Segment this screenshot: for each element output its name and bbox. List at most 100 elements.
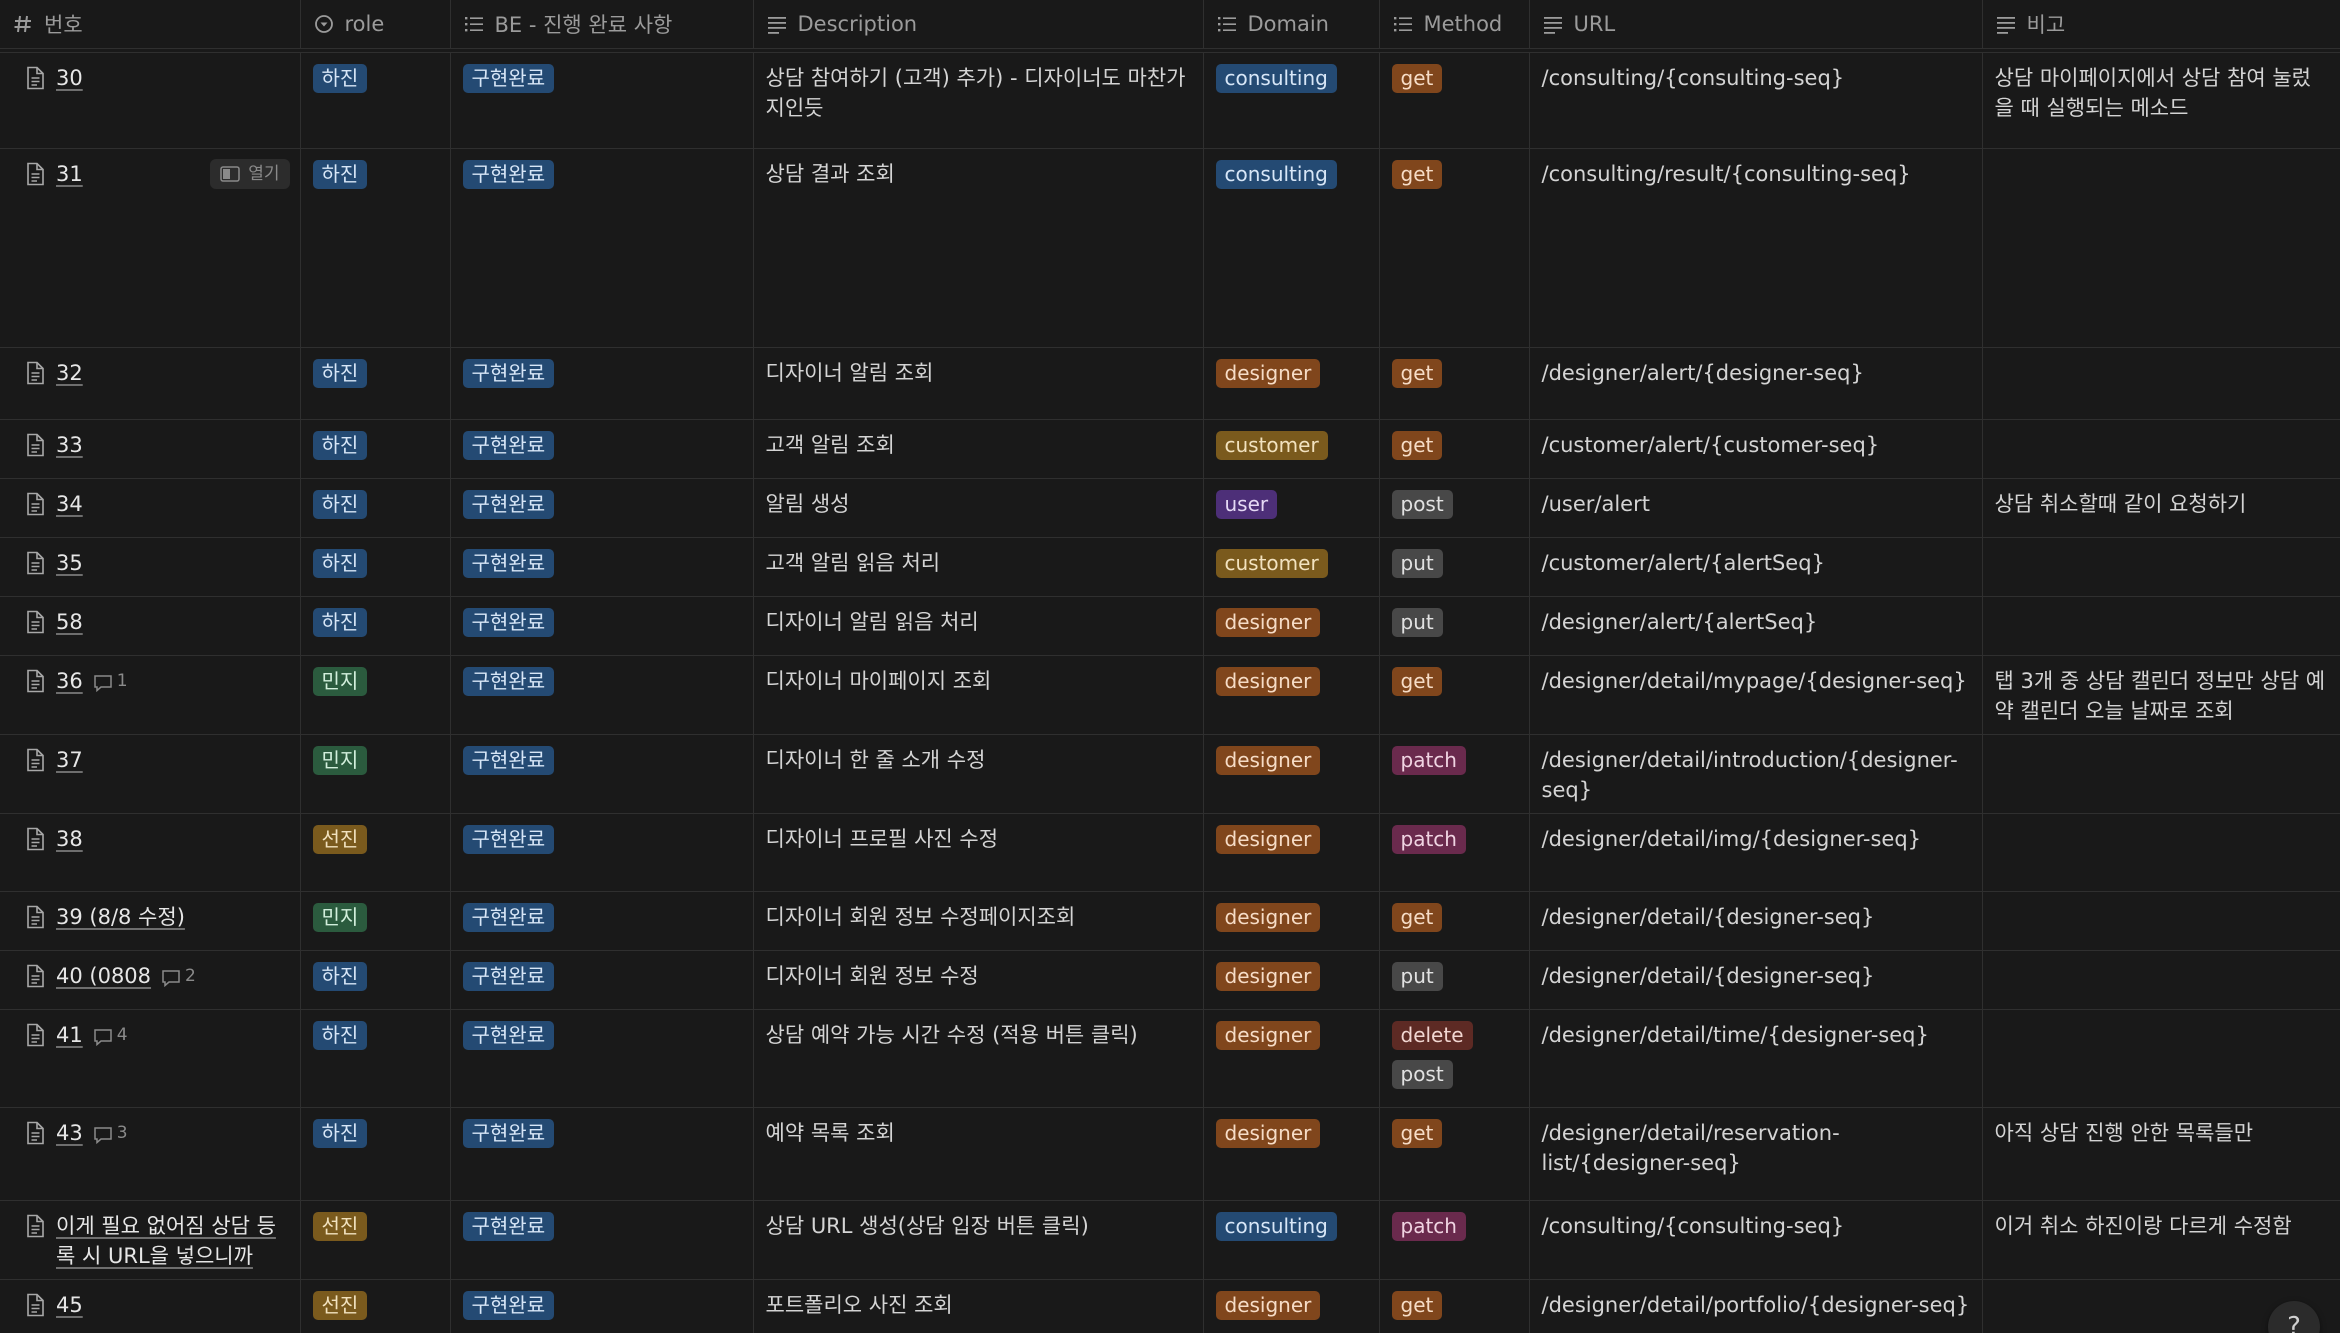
cell-note[interactable]	[1982, 596, 2340, 656]
cell-role[interactable]: 선진	[300, 813, 451, 892]
cell-note[interactable]: 상담 마이페이지에서 상담 참여 눌렀을 때 실행되는 메소드	[1982, 52, 2340, 149]
column-header[interactable]: URL	[1529, 0, 1983, 49]
table-row[interactable]: 36 1 민지 구현완료 디자이너 마이페이지 조회 designer get/design…	[0, 655, 2340, 735]
cell-domain[interactable]: designer	[1203, 950, 1380, 1010]
cell-domain[interactable]: designer	[1203, 1279, 1380, 1333]
cell-method[interactable]: post	[1379, 478, 1530, 538]
cell-description[interactable]: 알림 생성	[753, 478, 1204, 538]
cell-url[interactable]: /designer/detail/time/{designer-seq}	[1529, 1009, 1983, 1108]
cell-role[interactable]: 민지	[300, 655, 451, 735]
comment-count[interactable]: 1	[93, 666, 128, 696]
cell-number[interactable]: 이게 필요 없어짐 상담 등록 시 URL을 넣으니까	[0, 1200, 301, 1280]
cell-method[interactable]: get	[1379, 52, 1530, 149]
cell-method[interactable]: get	[1379, 891, 1530, 951]
cell-method[interactable]: patch	[1379, 813, 1530, 892]
column-header[interactable]: BE - 진행 완료 사항	[450, 0, 754, 49]
cell-role[interactable]: 선진	[300, 1279, 451, 1333]
page-title-link[interactable]: 35	[56, 551, 83, 575]
cell-note[interactable]: 이거 취소 하진이랑 다르게 수정함	[1982, 1200, 2340, 1280]
cell-description[interactable]: 상담 예약 가능 시간 수정 (적용 버튼 클릭)	[753, 1009, 1204, 1108]
cell-note[interactable]	[1982, 891, 2340, 951]
table-row[interactable]: 58 하진 구현완료 디자이너 알림 읽음 처리 designer put/designe…	[0, 596, 2340, 656]
cell-note[interactable]: 탭 3개 중 상담 캘린더 정보만 상담 예약 캘린더 오늘 날짜로 조회	[1982, 655, 2340, 735]
cell-number[interactable]: 31 열기	[0, 148, 301, 348]
column-header[interactable]: Domain	[1203, 0, 1380, 49]
page-title-link[interactable]: 58	[56, 610, 83, 634]
cell-description[interactable]: 상담 결과 조회	[753, 148, 1204, 348]
cell-role[interactable]: 하진	[300, 1107, 451, 1201]
cell-domain[interactable]: customer	[1203, 537, 1380, 597]
cell-number[interactable]: 45	[0, 1279, 301, 1333]
cell-method[interactable]: get	[1379, 1107, 1530, 1201]
cell-method[interactable]: get	[1379, 347, 1530, 420]
cell-description[interactable]: 디자이너 알림 조회	[753, 347, 1204, 420]
cell-domain[interactable]: customer	[1203, 419, 1380, 479]
cell-number[interactable]: 38	[0, 813, 301, 892]
cell-role[interactable]: 하진	[300, 596, 451, 656]
cell-description[interactable]: 고객 알림 읽음 처리	[753, 537, 1204, 597]
cell-method[interactable]: get	[1379, 1279, 1530, 1333]
cell-number[interactable]: 35	[0, 537, 301, 597]
cell-role[interactable]: 민지	[300, 734, 451, 814]
cell-note[interactable]: 상담 취소할때 같이 요청하기	[1982, 478, 2340, 538]
cell-url[interactable]: /designer/alert/{designer-seq}	[1529, 347, 1983, 420]
cell-domain[interactable]: designer	[1203, 813, 1380, 892]
cell-method[interactable]: get	[1379, 148, 1530, 348]
table-row[interactable]: 38 선진 구현완료 디자이너 프로필 사진 수정 designer patch/desi…	[0, 813, 2340, 892]
cell-domain[interactable]: designer	[1203, 1009, 1380, 1108]
cell-description[interactable]: 고객 알림 조회	[753, 419, 1204, 479]
cell-method[interactable]: patch	[1379, 1200, 1530, 1280]
cell-number[interactable]: 41 4	[0, 1009, 301, 1108]
cell-number[interactable]: 43 3	[0, 1107, 301, 1201]
cell-method[interactable]: get	[1379, 419, 1530, 479]
cell-domain[interactable]: designer	[1203, 734, 1380, 814]
cell-url[interactable]: /designer/detail/reservation-list/{desig…	[1529, 1107, 1983, 1201]
cell-description[interactable]: 디자이너 알림 읽음 처리	[753, 596, 1204, 656]
cell-number[interactable]: 33	[0, 419, 301, 479]
cell-role[interactable]: 하진	[300, 950, 451, 1010]
cell-description[interactable]: 디자이너 마이페이지 조회	[753, 655, 1204, 735]
page-title-link[interactable]: 30	[56, 66, 83, 90]
page-title-link[interactable]: 34	[56, 492, 83, 516]
table-row[interactable]: 이게 필요 없어짐 상담 등록 시 URL을 넣으니까 선진 구현완료 상담 URL …	[0, 1200, 2340, 1280]
cell-number[interactable]: 40 (0808 2	[0, 950, 301, 1010]
cell-method[interactable]: put	[1379, 950, 1530, 1010]
cell-url[interactable]: /designer/detail/{designer-seq}	[1529, 891, 1983, 951]
table-row[interactable]: 43 3 하진 구현완료 예약 목록 조회 designer get/designer/de…	[0, 1107, 2340, 1201]
cell-role[interactable]: 민지	[300, 891, 451, 951]
cell-status[interactable]: 구현완료	[450, 537, 754, 597]
cell-description[interactable]: 예약 목록 조회	[753, 1107, 1204, 1201]
cell-note[interactable]	[1982, 419, 2340, 479]
cell-domain[interactable]: consulting	[1203, 52, 1380, 149]
open-page-button[interactable]: 열기	[210, 159, 290, 189]
cell-note[interactable]	[1982, 347, 2340, 420]
cell-note[interactable]: 아직 상담 진행 안한 목록들만	[1982, 1107, 2340, 1201]
page-title-link[interactable]: 37	[56, 748, 83, 772]
comment-count[interactable]: 2	[161, 961, 196, 991]
column-header[interactable]: Method	[1379, 0, 1530, 49]
cell-status[interactable]: 구현완료	[450, 347, 754, 420]
cell-url[interactable]: /user/alert	[1529, 478, 1983, 538]
cell-description[interactable]: 디자이너 한 줄 소개 수정	[753, 734, 1204, 814]
cell-role[interactable]: 하진	[300, 478, 451, 538]
table-row[interactable]: 32 하진 구현완료 디자이너 알림 조회 designer get/designer/a…	[0, 347, 2340, 420]
cell-note[interactable]	[1982, 537, 2340, 597]
cell-number[interactable]: 58	[0, 596, 301, 656]
cell-status[interactable]: 구현완료	[450, 1107, 754, 1201]
page-title-link[interactable]: 33	[56, 433, 83, 457]
cell-number[interactable]: 39 (8/8 수정)	[0, 891, 301, 951]
cell-status[interactable]: 구현완료	[450, 596, 754, 656]
cell-role[interactable]: 선진	[300, 1200, 451, 1280]
page-title-link[interactable]: 36	[56, 669, 83, 693]
cell-status[interactable]: 구현완료	[450, 148, 754, 348]
cell-description[interactable]: 상담 URL 생성(상담 입장 버튼 클릭)	[753, 1200, 1204, 1280]
cell-domain[interactable]: designer	[1203, 1107, 1380, 1201]
table-row[interactable]: 41 4 하진 구현완료 상담 예약 가능 시간 수정 (적용 버튼 클릭) design…	[0, 1009, 2340, 1108]
cell-number[interactable]: 30	[0, 52, 301, 149]
page-title-link[interactable]: 43	[56, 1121, 83, 1145]
column-header[interactable]: 비고	[1982, 0, 2340, 49]
table-row[interactable]: 34 하진 구현완료 알림 생성 user post/user/alert 상담 취소할때 …	[0, 478, 2340, 538]
page-title-link[interactable]: 45	[56, 1293, 83, 1317]
cell-url[interactable]: /designer/detail/img/{designer-seq}	[1529, 813, 1983, 892]
cell-method[interactable]: get	[1379, 655, 1530, 735]
